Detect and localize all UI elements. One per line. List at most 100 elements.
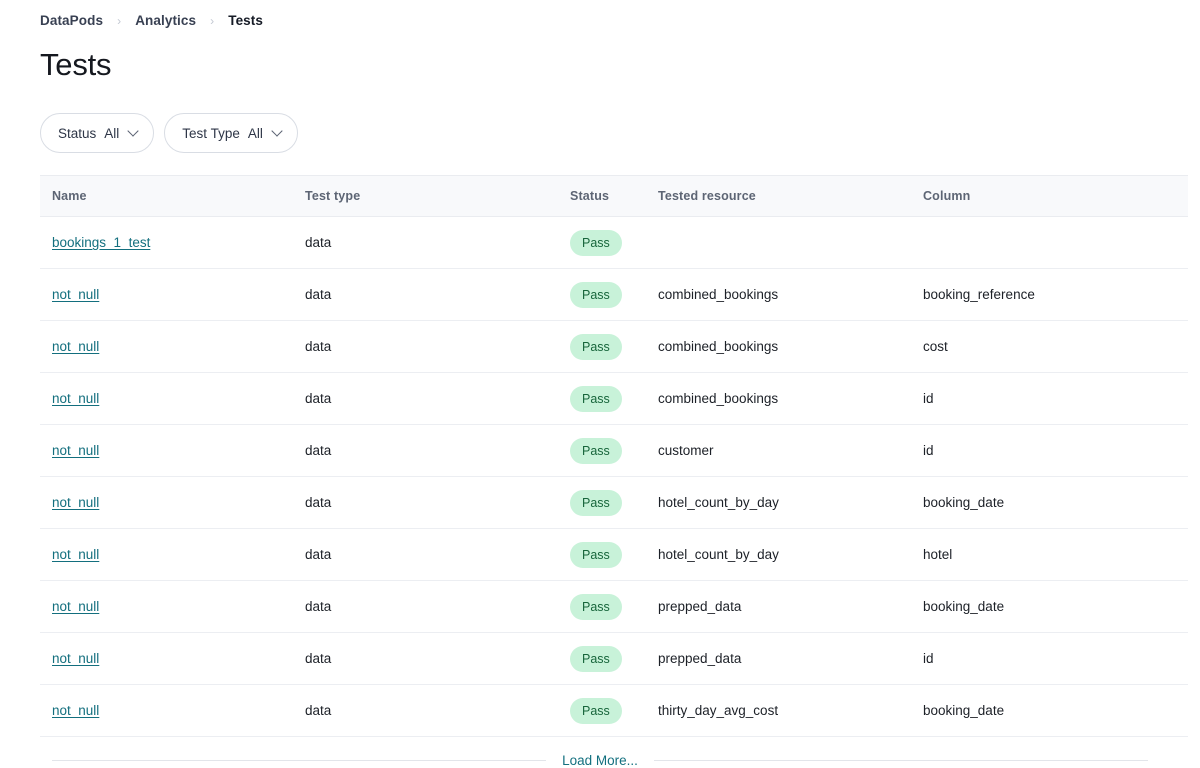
cell-status: Pass: [570, 320, 658, 374]
cell-column: [923, 216, 1188, 270]
tests-page: DataPods › Analytics › Tests Tests Status All…: [0, 0, 1200, 768]
cell-column: id: [923, 372, 1188, 426]
cell-status: Pass: [570, 216, 658, 270]
cell-name: not_null: [40, 528, 305, 582]
filter-value: All: [104, 125, 120, 141]
cell-test-type: data: [305, 216, 570, 270]
cell-name: not_null: [40, 424, 305, 478]
test-name-link[interactable]: not_null: [52, 339, 99, 354]
table-row: not_null data Pass prepped_data id: [40, 632, 1188, 686]
breadcrumb-item-datapods[interactable]: DataPods: [40, 13, 103, 28]
cell-tested-resource: combined_bookings: [658, 268, 923, 322]
cell-test-type: data: [305, 580, 570, 634]
page-title: Tests: [40, 47, 112, 82]
divider-right: [653, 760, 1149, 762]
breadcrumb-item-analytics[interactable]: Analytics: [135, 13, 196, 28]
status-badge: Pass: [570, 333, 622, 360]
load-more-section: Load More...: [0, 737, 1200, 768]
cell-test-type: data: [305, 632, 570, 686]
column-header-tested-resource: Tested resource: [658, 175, 923, 218]
status-badge: Pass: [570, 385, 622, 412]
table-row: not_null data Pass combined_bookings cost: [40, 320, 1188, 374]
cell-status: Pass: [570, 424, 658, 478]
tests-table: Name Test type Status Tested resource Column…: [40, 175, 1188, 738]
status-badge: Pass: [570, 645, 622, 672]
cell-status: Pass: [570, 476, 658, 530]
table-row: not_null data Pass combined_bookings id: [40, 372, 1188, 426]
cell-test-type: data: [305, 372, 570, 426]
tests-table-container: Name Test type Status Tested resource Column…: [0, 175, 1200, 738]
cell-status: Pass: [570, 372, 658, 426]
cell-column: id: [923, 632, 1188, 686]
status-badge: Pass: [570, 541, 622, 568]
cell-name: not_null: [40, 580, 305, 634]
test-name-link[interactable]: not_null: [52, 703, 99, 718]
cell-column: booking_reference: [923, 268, 1188, 322]
load-more-button[interactable]: Load More...: [546, 753, 654, 768]
cell-name: bookings_1_test: [40, 216, 305, 270]
cell-name: not_null: [40, 372, 305, 426]
column-header-column: Column: [923, 175, 1188, 218]
divider-left: [52, 760, 547, 762]
cell-column: booking_date: [923, 684, 1188, 738]
status-badge: Pass: [570, 281, 622, 308]
cell-tested-resource: combined_bookings: [658, 372, 923, 426]
cell-name: not_null: [40, 684, 305, 738]
cell-test-type: data: [305, 684, 570, 738]
cell-tested-resource: [658, 216, 923, 270]
test-name-link[interactable]: not_null: [52, 443, 99, 458]
cell-test-type: data: [305, 528, 570, 582]
filter-status[interactable]: Status All: [40, 113, 155, 154]
column-header-name: Name: [40, 175, 305, 218]
status-badge: Pass: [570, 489, 622, 516]
cell-tested-resource: prepped_data: [658, 632, 923, 686]
cell-test-type: data: [305, 320, 570, 374]
cell-tested-resource: combined_bookings: [658, 320, 923, 374]
cell-column: id: [923, 424, 1188, 478]
filter-label: Status: [58, 125, 97, 141]
cell-status: Pass: [570, 268, 658, 322]
filter-label: Test Type: [182, 125, 240, 141]
test-name-link[interactable]: not_null: [52, 599, 99, 614]
cell-tested-resource: hotel_count_by_day: [658, 528, 923, 582]
breadcrumb: DataPods › Analytics › Tests: [0, 0, 1200, 28]
test-name-link[interactable]: not_null: [52, 495, 99, 510]
table-row: not_null data Pass thirty_day_avg_cost booki…: [40, 684, 1188, 738]
cell-name: not_null: [40, 320, 305, 374]
cell-test-type: data: [305, 476, 570, 530]
cell-status: Pass: [570, 580, 658, 634]
filter-bar: Status All Test Type All: [0, 82, 1200, 154]
cell-tested-resource: hotel_count_by_day: [658, 476, 923, 530]
cell-tested-resource: thirty_day_avg_cost: [658, 684, 923, 738]
filter-value: All: [247, 125, 263, 141]
test-name-link[interactable]: not_null: [52, 287, 99, 302]
status-badge: Pass: [570, 593, 622, 620]
table-row: not_null data Pass customer id: [40, 424, 1188, 478]
cell-status: Pass: [570, 632, 658, 686]
cell-column: booking_date: [923, 476, 1188, 530]
cell-name: not_null: [40, 632, 305, 686]
table-row: bookings_1_test data Pass: [40, 216, 1188, 270]
column-header-test-type: Test type: [305, 175, 570, 218]
column-header-status: Status: [570, 175, 658, 218]
test-name-link[interactable]: not_null: [52, 391, 99, 406]
cell-test-type: data: [305, 424, 570, 478]
table-body: bookings_1_test data Pass not_null data Pass c…: [40, 216, 1188, 738]
table-row: not_null data Pass hotel_count_by_day hotel: [40, 528, 1188, 582]
test-name-link[interactable]: not_null: [52, 651, 99, 666]
cell-status: Pass: [570, 684, 658, 738]
cell-column: hotel: [923, 528, 1188, 582]
table-header-row: Name Test type Status Tested resource Column: [40, 175, 1188, 218]
table-row: not_null data Pass hotel_count_by_day bookin…: [40, 476, 1188, 530]
cell-name: not_null: [40, 476, 305, 530]
table-row: not_null data Pass combined_bookings booking…: [40, 268, 1188, 322]
filter-test-type[interactable]: Test Type All: [164, 113, 298, 154]
cell-test-type: data: [305, 268, 570, 322]
test-name-link[interactable]: bookings_1_test: [52, 235, 150, 250]
cell-tested-resource: customer: [658, 424, 923, 478]
status-badge: Pass: [570, 437, 622, 464]
test-name-link[interactable]: not_null: [52, 547, 99, 562]
cell-column: booking_date: [923, 580, 1188, 634]
cell-column: cost: [923, 320, 1188, 374]
status-badge: Pass: [570, 697, 622, 724]
